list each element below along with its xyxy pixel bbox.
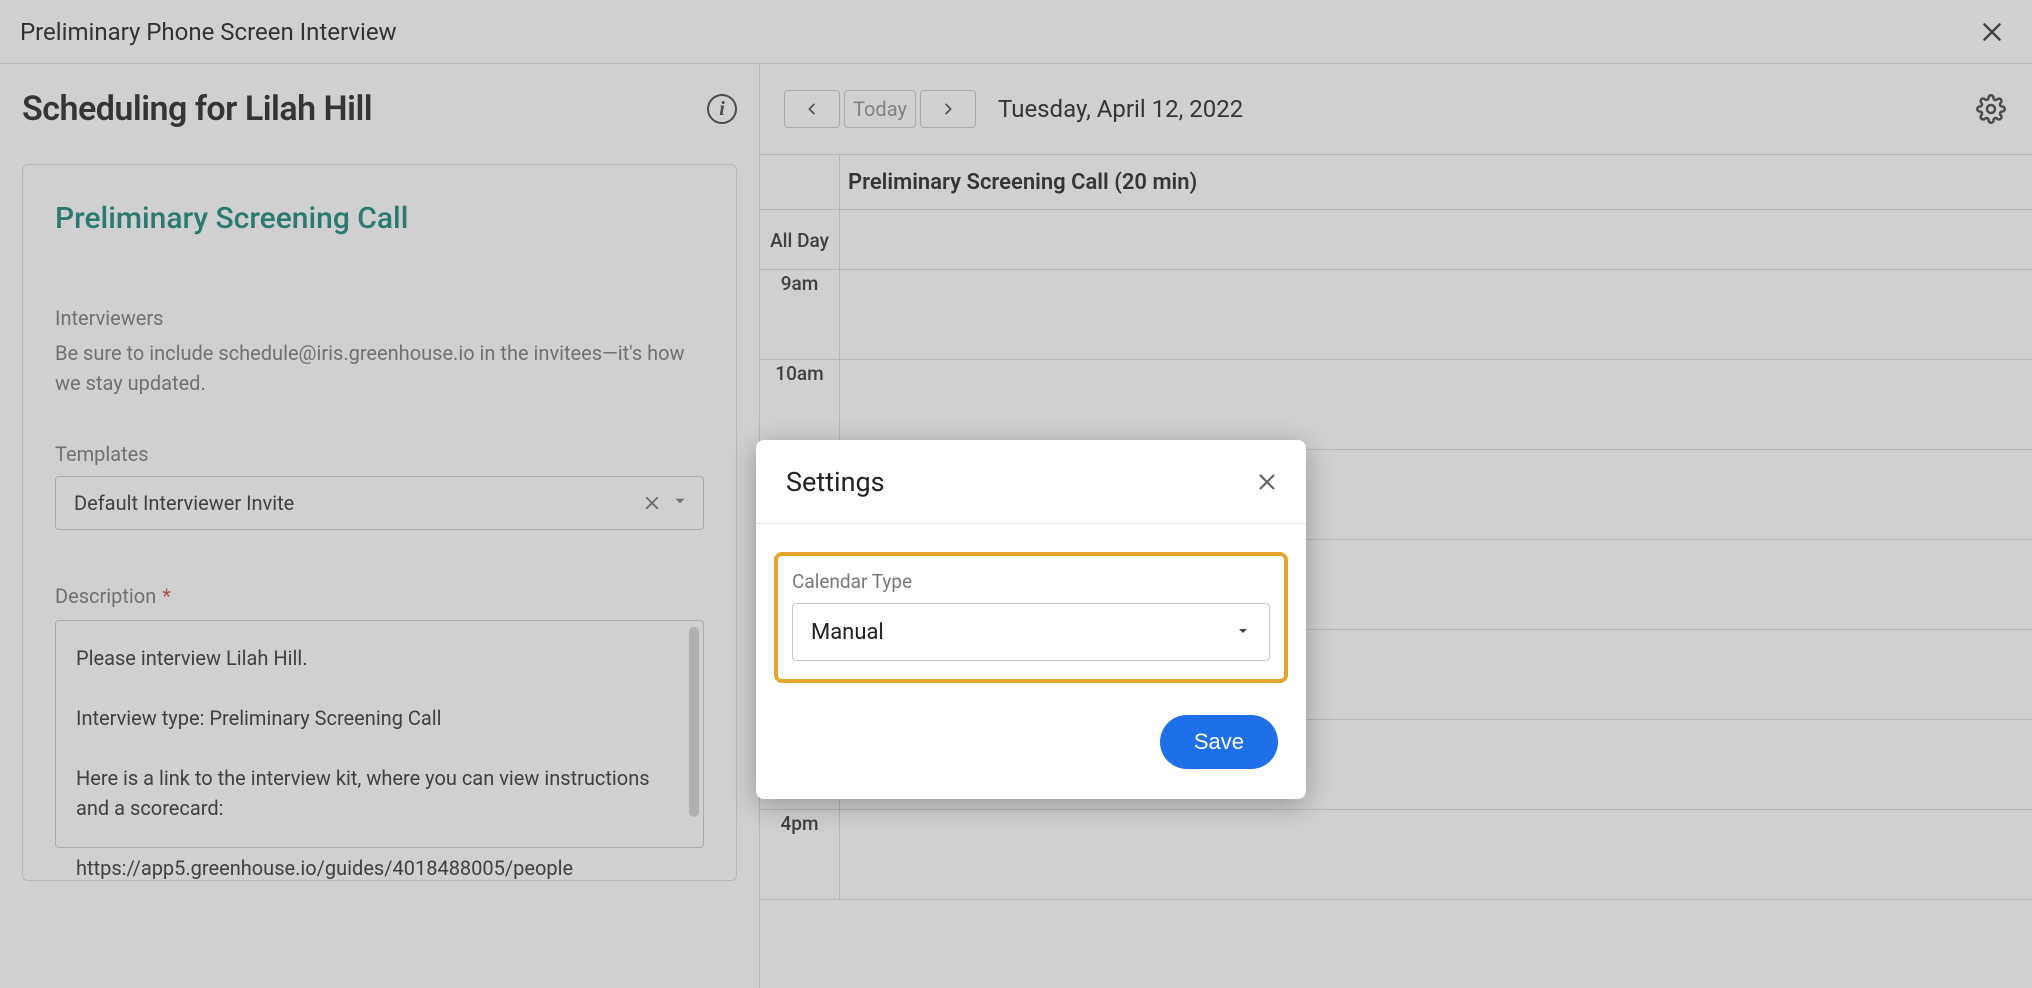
template-clear-icon[interactable] xyxy=(643,494,661,512)
calendar-row: 4pm xyxy=(760,810,2032,900)
window-title: Preliminary Phone Screen Interview xyxy=(20,18,397,46)
calendar-column-header-row: Preliminary Screening Call (20 min) xyxy=(760,154,2032,210)
interviewers-hint: Be sure to include schedule@iris.greenho… xyxy=(55,338,704,398)
templates-label: Templates xyxy=(55,442,704,466)
info-icon[interactable]: i xyxy=(707,94,737,124)
calendar-row: 9am xyxy=(760,270,2032,360)
calendar-allday-row: All Day xyxy=(760,210,2032,270)
description-label: Description* xyxy=(55,584,704,608)
chevron-down-icon xyxy=(1235,620,1251,645)
timeslot-label: 9am xyxy=(760,270,840,359)
title-bar: Preliminary Phone Screen Interview xyxy=(0,0,2032,64)
calendar-cell[interactable] xyxy=(840,270,2032,359)
description-scrollbar[interactable] xyxy=(689,627,699,817)
left-panel: Scheduling for Lilah Hill i Preliminary … xyxy=(0,64,760,988)
settings-modal: Settings Calendar Type Manual Save xyxy=(756,440,1306,799)
timeslot-label: 10am xyxy=(760,360,840,449)
next-day-button[interactable] xyxy=(920,90,976,128)
prev-day-button[interactable] xyxy=(784,90,840,128)
calendar-row: 10am xyxy=(760,360,2032,450)
chevron-down-icon[interactable] xyxy=(671,491,689,515)
modal-close-button[interactable] xyxy=(1256,471,1278,493)
calendar-column-header: Preliminary Screening Call (20 min) xyxy=(840,155,2032,209)
template-select[interactable]: Default Interviewer Invite xyxy=(55,476,704,530)
calendar-date: Tuesday, April 12, 2022 xyxy=(998,95,1243,123)
scheduling-headline: Scheduling for Lilah Hill xyxy=(22,89,372,129)
calendar-type-highlight: Calendar Type Manual xyxy=(774,552,1288,683)
calendar-type-label: Calendar Type xyxy=(792,570,1270,593)
description-textarea[interactable]: Please interview Lilah Hill. Interview t… xyxy=(55,620,704,848)
allday-label: All Day xyxy=(760,210,840,269)
save-button[interactable]: Save xyxy=(1160,715,1278,769)
calendar-cell[interactable] xyxy=(840,810,2032,899)
calendar-nav: Today xyxy=(784,90,976,128)
description-text: Please interview Lilah Hill. Interview t… xyxy=(56,621,703,905)
modal-title: Settings xyxy=(786,466,885,498)
required-star: * xyxy=(162,584,171,608)
card-title: Preliminary Screening Call xyxy=(55,201,704,236)
close-button[interactable] xyxy=(1976,16,2008,48)
gear-icon[interactable] xyxy=(1976,94,2006,124)
interview-card: Preliminary Screening Call Interviewers … xyxy=(22,164,737,881)
interviewers-label: Interviewers xyxy=(55,306,704,330)
calendar-cell[interactable] xyxy=(840,360,2032,449)
calendar-type-value: Manual xyxy=(811,620,884,645)
today-button[interactable]: Today xyxy=(844,90,916,128)
calendar-allday-cell[interactable] xyxy=(840,210,2032,269)
timeslot-label: 4pm xyxy=(760,810,840,899)
calendar-type-select[interactable]: Manual xyxy=(792,603,1270,661)
template-value: Default Interviewer Invite xyxy=(74,491,294,515)
